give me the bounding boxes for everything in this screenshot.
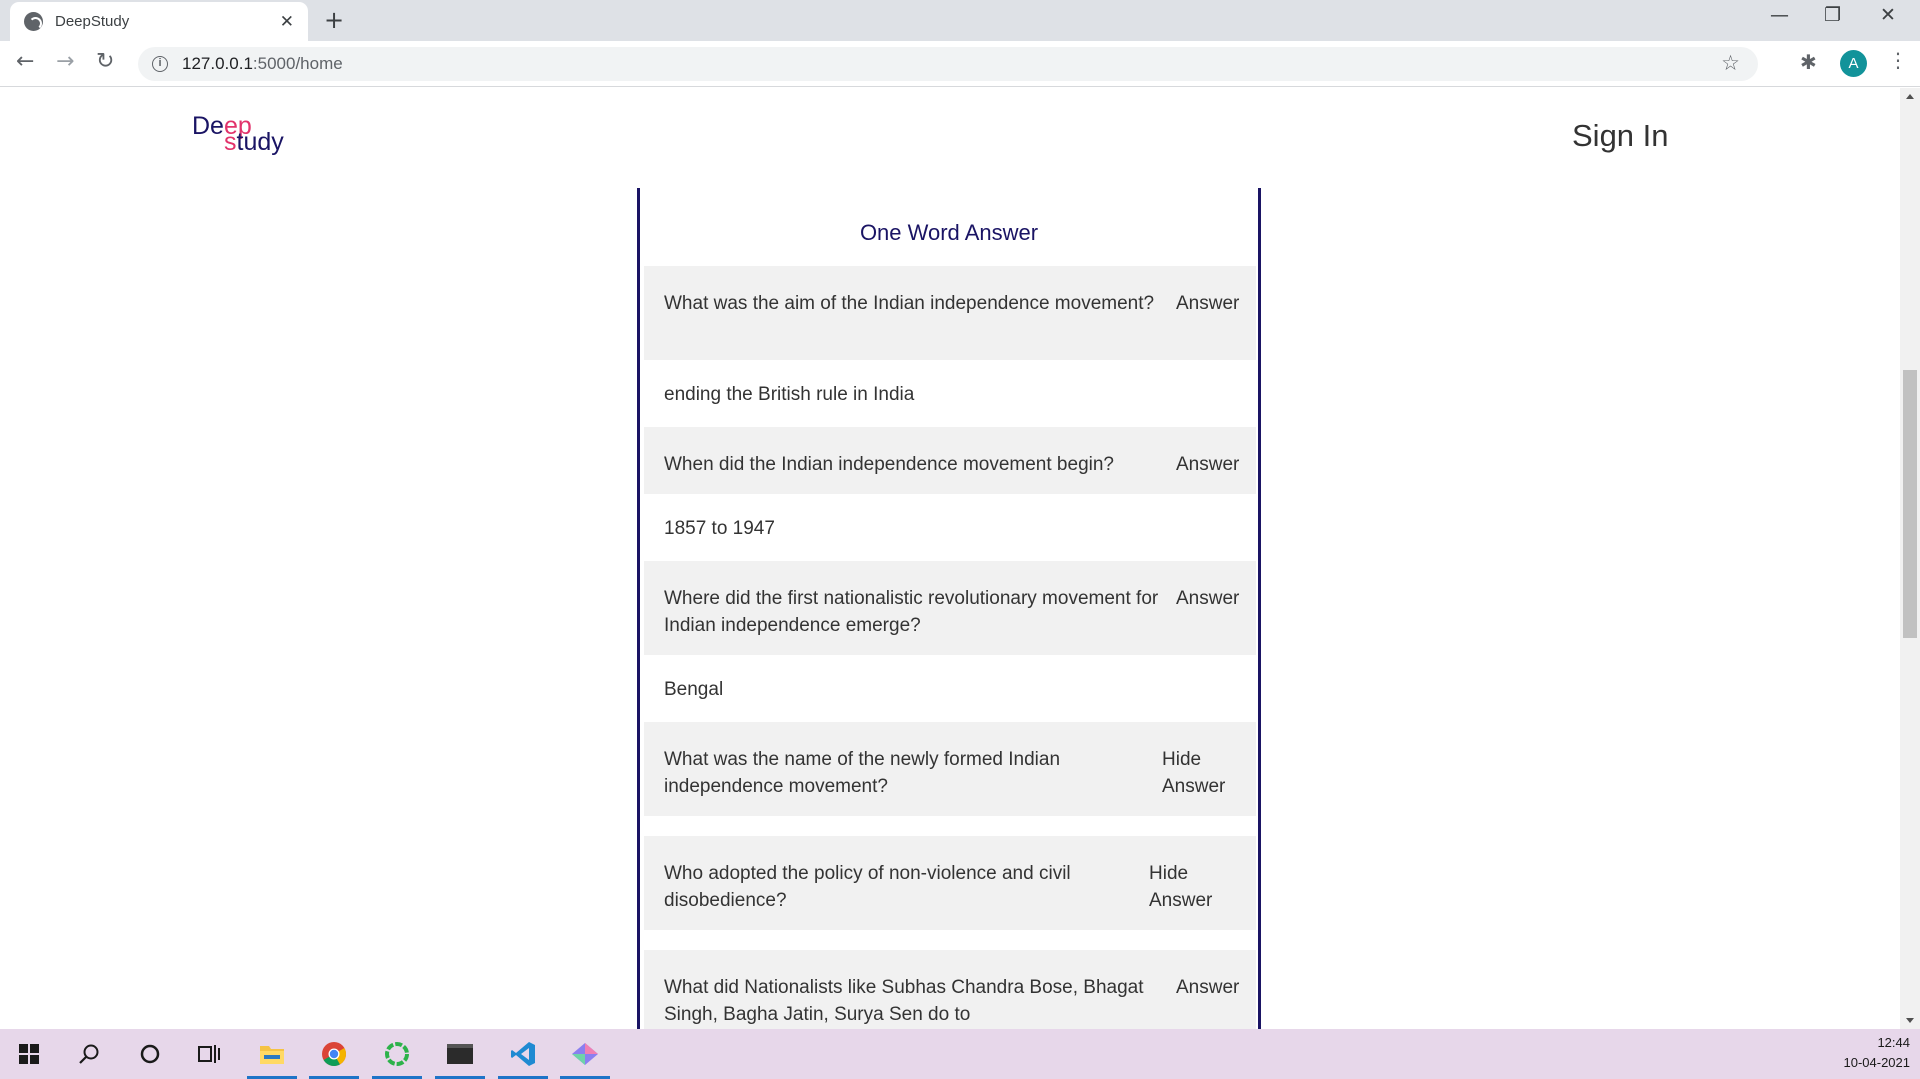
window-close-icon[interactable]: ✕	[1880, 4, 1896, 26]
windows-start-icon[interactable]	[0, 1029, 58, 1079]
answer-toggle-button[interactable]: Answer	[1176, 290, 1239, 317]
file-explorer-icon[interactable]	[243, 1029, 301, 1079]
scroll-down-icon[interactable]	[1906, 1018, 1914, 1023]
scrollbar-thumb[interactable]	[1903, 370, 1917, 638]
address-bar[interactable]: i 127.0.0.1:5000/home ☆	[138, 47, 1758, 81]
question-row: Who adopted the policy of non-violence a…	[644, 836, 1256, 930]
minimize-icon[interactable]: —	[1770, 4, 1789, 26]
answer-text: Bengal	[664, 679, 724, 700]
terminal-icon[interactable]	[431, 1029, 489, 1079]
bookmark-star-icon[interactable]: ☆	[1721, 51, 1740, 75]
question-card: One Word Answer What was the aim of the …	[637, 188, 1261, 1029]
answer-row: ending the British rule in India	[644, 360, 1256, 427]
menu-kebab-icon[interactable]: ⋮	[1888, 48, 1908, 72]
answer-text: 1857 to 1947	[664, 518, 775, 539]
answer-row: 1857 to 1947	[644, 494, 1256, 561]
vscode-icon[interactable]	[494, 1029, 552, 1079]
url-text[interactable]: 127.0.0.1:5000/home	[182, 54, 343, 74]
chrome-icon[interactable]	[305, 1029, 363, 1079]
globe-icon	[24, 12, 43, 31]
new-tab-button[interactable]: +	[324, 6, 344, 34]
question-row: When did the Indian independence movemen…	[644, 427, 1256, 494]
question-row: What was the aim of the Indian independe…	[644, 266, 1256, 360]
reload-icon[interactable]: ↻	[96, 49, 114, 74]
question-text: What was the name of the newly formed In…	[664, 749, 1061, 797]
question-text: What did Nationalists like Subhas Chandr…	[664, 977, 1144, 1025]
scroll-up-icon[interactable]	[1906, 94, 1914, 99]
deepstudy-logo[interactable]: Deep study	[192, 112, 302, 160]
question-text: When did the Indian independence movemen…	[664, 454, 1114, 475]
question-text: What was the aim of the Indian independe…	[664, 293, 1155, 314]
back-icon[interactable]: ←	[16, 49, 34, 74]
hide-answer-button[interactable]: Hide Answer	[1162, 746, 1242, 800]
app-ring-icon[interactable]	[368, 1029, 426, 1079]
profile-avatar[interactable]: A	[1840, 50, 1867, 77]
answer-row: Bengal	[644, 655, 1256, 722]
windows-taskbar: 12:44 10-04-2021	[0, 1029, 1920, 1079]
cortana-icon[interactable]	[121, 1029, 179, 1079]
search-icon[interactable]	[60, 1029, 118, 1079]
browser-tabstrip: DeepStudy ✕ + — ❐ ✕	[0, 0, 1920, 41]
hide-answer-button[interactable]: Hide Answer	[1149, 860, 1229, 914]
tab-close-icon[interactable]: ✕	[280, 12, 294, 32]
question-text: Where did the first nationalistic revolu…	[664, 588, 1159, 636]
question-row: What did Nationalists like Subhas Chandr…	[644, 950, 1256, 1029]
clock-time: 12:44	[1877, 1035, 1910, 1050]
question-row: What was the name of the newly formed In…	[644, 722, 1256, 816]
restore-icon[interactable]: ❐	[1824, 4, 1841, 26]
forward-icon[interactable]: →	[56, 49, 74, 74]
signin-link[interactable]: Sign In	[1572, 118, 1669, 154]
system-clock[interactable]: 12:44 10-04-2021	[1844, 1033, 1911, 1073]
task-view-icon[interactable]	[181, 1029, 239, 1079]
app-diamond-icon[interactable]	[556, 1029, 614, 1079]
question-text: Who adopted the policy of non-violence a…	[664, 863, 1071, 911]
browser-tab[interactable]: DeepStudy ✕	[10, 2, 308, 41]
answer-toggle-button[interactable]: Answer	[1176, 451, 1239, 478]
page-viewport: Deep study Sign In One Word Answer What …	[0, 88, 1920, 1029]
info-icon[interactable]: i	[152, 56, 168, 72]
browser-toolbar: ← → ↻ i 127.0.0.1:5000/home ☆	[0, 41, 1920, 87]
extensions-icon[interactable]: ✱	[1800, 50, 1817, 74]
card-title: One Word Answer	[859, 220, 1039, 245]
answer-toggle-button[interactable]: Answer	[1176, 585, 1239, 612]
answer-text: ending the British rule in India	[664, 384, 915, 405]
tab-title: DeepStudy	[55, 13, 130, 30]
page-scrollbar[interactable]	[1900, 88, 1920, 1029]
answer-toggle-button[interactable]: Answer	[1176, 974, 1239, 1001]
question-row: Where did the first nationalistic revolu…	[644, 561, 1256, 655]
clock-date: 10-04-2021	[1843, 1055, 1911, 1070]
